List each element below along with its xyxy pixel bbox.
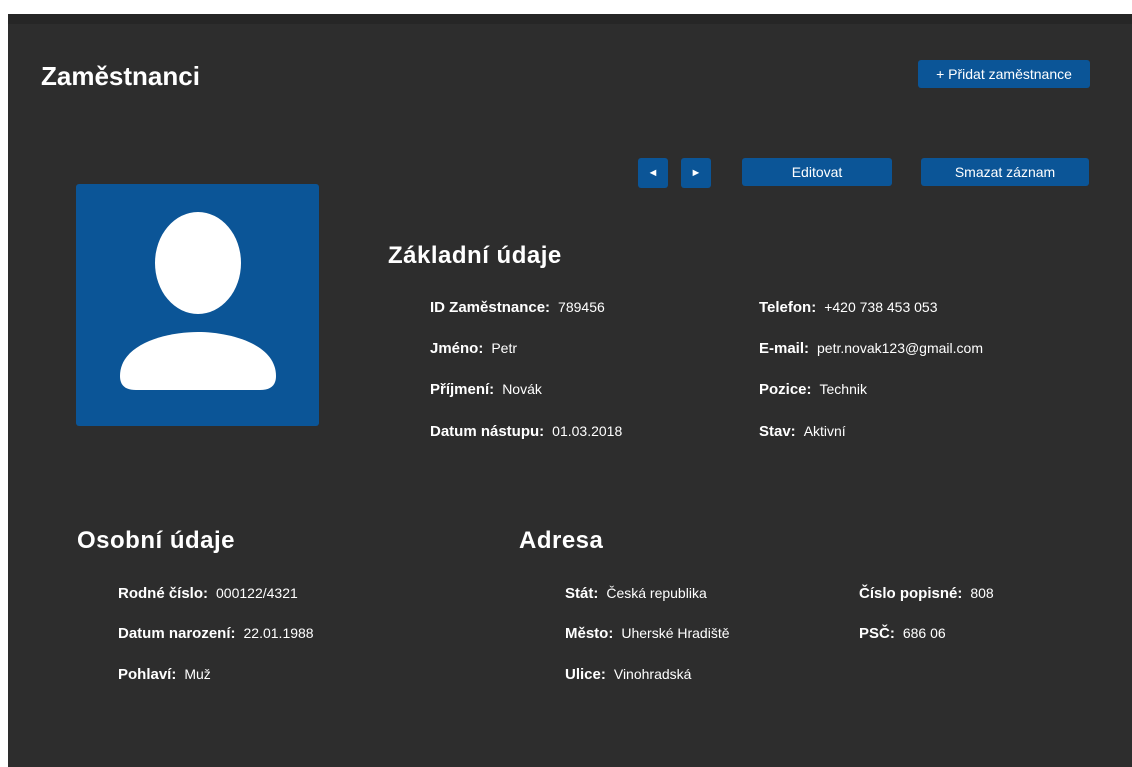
birth-number-value: 000122/4321 [216, 585, 298, 601]
birth-date-label: Datum narození: [118, 625, 236, 642]
house-number-value: 808 [970, 585, 994, 601]
edit-button[interactable]: Editovat [742, 158, 892, 186]
employee-id-field: ID Zaměstnance: 789456 [430, 299, 605, 316]
country-field: Stát: Česká republika [565, 585, 707, 602]
address-heading: Adresa [519, 527, 604, 554]
country-value: Česká republika [606, 585, 707, 601]
personal-info-heading: Osobní údaje [77, 527, 236, 554]
house-number-field: Číslo popisné: 808 [859, 585, 994, 602]
phone-label: Telefon: [759, 299, 817, 316]
arrow-left-icon: ◄ [647, 166, 659, 179]
street-label: Ulice: [565, 666, 606, 683]
position-label: Pozice: [759, 381, 812, 398]
city-field: Město: Uherské Hradiště [565, 625, 730, 642]
last-name-label: Příjmení: [430, 381, 495, 398]
zip-label: PSČ: [859, 625, 895, 642]
window-top-strip [8, 14, 1132, 24]
page-title: Zaměstnanci [41, 61, 200, 91]
gender-field: Pohlaví: Muž [118, 666, 211, 683]
country-label: Stát: [565, 585, 599, 602]
street-field: Ulice: Vinohradská [565, 666, 691, 683]
employee-avatar [76, 184, 319, 426]
user-placeholder-icon [120, 212, 276, 390]
first-name-field: Jméno: Petr [430, 340, 517, 357]
start-date-label: Datum nástupu: [430, 423, 545, 440]
zip-field: PSČ: 686 06 [859, 625, 946, 642]
gender-value: Muž [184, 666, 211, 682]
status-label: Stav: [759, 423, 796, 440]
birth-number-field: Rodné číslo: 000122/4321 [118, 585, 298, 602]
previous-record-button[interactable]: ◄ [638, 158, 668, 188]
position-value: Technik [819, 381, 867, 397]
start-date-value: 01.03.2018 [552, 423, 623, 439]
delete-record-button[interactable]: Smazat záznam [921, 158, 1089, 186]
start-date-field: Datum nástupu: 01.03.2018 [430, 423, 622, 440]
gender-label: Pohlaví: [118, 666, 177, 683]
status-value: Aktivní [803, 423, 846, 439]
add-employee-button[interactable]: + Přidat zaměstnance [918, 60, 1090, 88]
arrow-right-icon: ► [690, 166, 702, 179]
zip-value: 686 06 [902, 625, 946, 641]
basic-info-heading: Základní údaje [388, 242, 562, 269]
birth-date-field: Datum narození: 22.01.1988 [118, 625, 314, 642]
house-number-label: Číslo popisné: [859, 585, 963, 602]
position-field: Pozice: Technik [759, 381, 867, 398]
city-label: Město: [565, 625, 614, 642]
first-name-label: Jméno: [430, 340, 484, 357]
phone-field: Telefon: +420 738 453 053 [759, 299, 938, 316]
employee-id-value: 789456 [558, 299, 605, 315]
phone-value: +420 738 453 053 [824, 299, 938, 315]
email-label: E-mail: [759, 340, 810, 357]
employee-id-label: ID Zaměstnance: [430, 299, 551, 316]
last-name-field: Příjmení: Novák [430, 381, 542, 398]
next-record-button[interactable]: ► [681, 158, 711, 188]
birth-number-label: Rodné číslo: [118, 585, 209, 602]
first-name-value: Petr [491, 340, 518, 356]
email-value: petr.novak123@gmail.com [817, 340, 983, 356]
street-value: Vinohradská [613, 666, 692, 682]
birth-date-value: 22.01.1988 [243, 625, 314, 641]
city-value: Uherské Hradiště [621, 625, 730, 641]
employee-detail-window: Zaměstnanci + Přidat zaměstnance ◄ ► Edi… [8, 14, 1132, 767]
status-field: Stav: Aktivní [759, 423, 846, 440]
email-field: E-mail: petr.novak123@gmail.com [759, 340, 983, 357]
last-name-value: Novák [502, 381, 542, 397]
